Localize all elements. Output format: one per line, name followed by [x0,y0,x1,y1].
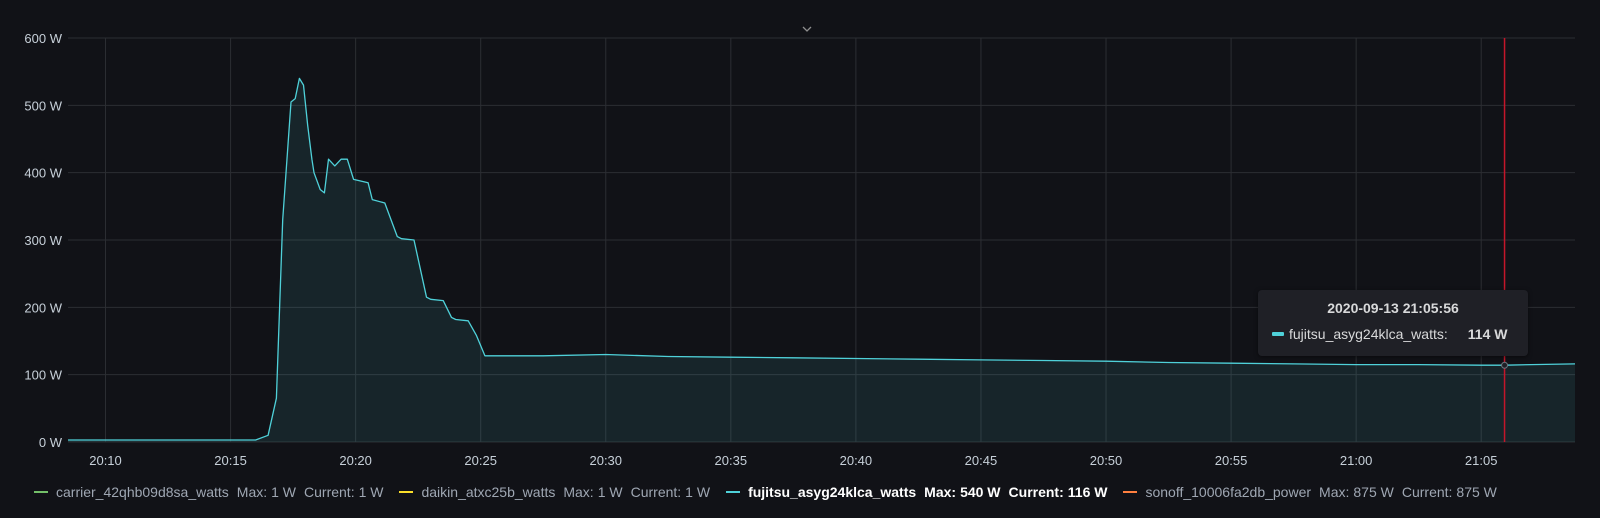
legend-swatch [1123,491,1138,493]
tooltip-series-swatch [1272,332,1284,336]
y-tick-label: 600 W [24,31,62,46]
y-tick-label: 0 W [39,435,63,450]
tooltip-series-name: fujitsu_asyg24klca_watts: [1289,326,1448,342]
x-axis: 20:10 20:15 20:20 20:25 20:30 20:35 20:40 20:45… [89,453,1497,468]
legend-item-fujitsu[interactable]: fujitsu_asyg24klca_watts Max: 540 W Curr… [726,484,1107,500]
chart-svg[interactable]: 0 W100 W200 W300 W400 W500 W600 W 20:10 2… [0,0,1600,470]
x-tick-label: 21:05 [1465,453,1498,468]
hover-point [1501,361,1509,369]
y-tick-label: 300 W [24,233,62,248]
legend-current-value: 1 W [685,484,711,500]
x-tick-label: 21:00 [1340,453,1373,468]
x-tick-label: 20:30 [589,453,622,468]
legend-max-label: Max: [236,484,268,500]
x-tick-label: 20:10 [89,453,122,468]
series-area-fujitsu [68,78,1575,443]
graph-panel: 0 W 100 W 200 W 300 W 400 W 500 W 600 W 20:10 2… [0,0,1600,518]
tooltip-row: fujitsu_asyg24klca_watts: 114 W [1272,326,1514,342]
legend-current-value: 116 W [1067,484,1108,500]
hover-tooltip: 2020-09-13 21:05:56 fujitsu_asyg24klca_w… [1258,290,1528,356]
legend-swatch [399,491,414,493]
x-tick-label: 20:45 [965,453,998,468]
x-tick-label: 20:20 [339,453,372,468]
x-tick-label: 20:15 [214,453,247,468]
legend-current-label: Current: [1401,484,1453,500]
legend-series-name: daikin_atxc25b_watts [421,484,556,500]
legend-series-name: fujitsu_asyg24klca_watts [748,484,917,500]
tooltip-series-value: 114 W [1467,326,1508,342]
legend-swatch [726,491,741,493]
legend-current-label: Current: [630,484,682,500]
tooltip-timestamp: 2020-09-13 21:05:56 [1327,300,1459,316]
legend-max-value: 875 W [1353,484,1394,500]
y-tick-label: 500 W [24,98,62,113]
legend-max-label: Max: [924,484,957,500]
x-tick-label: 20:50 [1090,453,1123,468]
x-tick-label: 20:25 [464,453,497,468]
legend-current-label: Current: [304,484,355,500]
legend-max-value: 540 W [960,484,1001,500]
y-axis: 0 W 100 W 200 W 300 W 400 W 500 W 600 W [24,31,62,450]
chevron-down-icon[interactable] [802,26,812,36]
legend-max-label: Max: [1319,484,1350,500]
y-tick-label: 200 W [24,300,62,315]
x-tick-label: 20:55 [1215,453,1248,468]
legend-swatch [34,491,48,493]
series-layer [68,77,1576,443]
legend-item-carrier[interactable]: carrier_42qhb09d8sa_watts Max: 1 W Curre… [34,484,383,500]
legend-max-label: Max: [563,484,594,500]
legend-current-value: 875 W [1456,484,1497,500]
y-tick-label: 400 W [24,166,62,181]
legend: carrier_42qhb09d8sa_watts Max: 1 W Curre… [34,482,1513,502]
legend-current-value: 1 W [358,484,384,500]
legend-max-value: 1 W [597,484,623,500]
x-tick-label: 20:40 [840,453,873,468]
chevron-down-icon-glyph [802,26,812,32]
y-tick-label: 100 W [24,368,62,383]
legend-item-daikin[interactable]: daikin_atxc25b_watts Max: 1 W Current: 1… [399,484,710,500]
legend-item-sonoff[interactable]: sonoff_10006fa2db_power Max: 875 W Curre… [1123,484,1497,500]
legend-current-label: Current: [1008,484,1064,500]
x-tick-label: 20:35 [715,453,748,468]
legend-max-value: 1 W [271,484,297,500]
legend-series-name: sonoff_10006fa2db_power [1145,484,1312,500]
legend-series-name: carrier_42qhb09d8sa_watts [56,484,229,500]
